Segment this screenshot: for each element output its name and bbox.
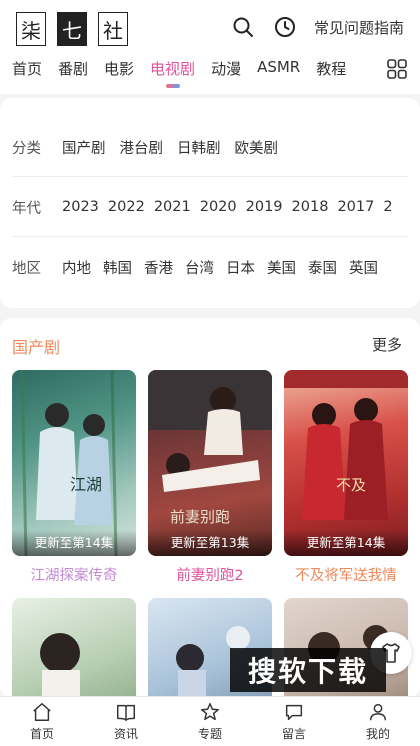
drama-title[interactable]: 江湖探案传奇 <box>12 564 136 585</box>
divider <box>12 176 408 177</box>
nav-label: 首页 <box>29 727 54 741</box>
top-actions: 常见问题指南 <box>230 14 404 40</box>
drama-poster[interactable] <box>12 598 136 708</box>
svg-text:江湖: 江湖 <box>70 475 102 494</box>
drama-poster[interactable]: 前妻别跑 更新至第13集 <box>148 370 272 556</box>
drama-title[interactable]: 前妻别跑2 <box>148 564 272 585</box>
drama-card[interactable]: 不及 更新至第14集 不及将军送我情 <box>284 370 408 585</box>
filter-row-year: 年代 2023 2022 2021 2020 2019 2018 2017 2 <box>12 192 420 222</box>
logo-char-3: 社 <box>98 12 128 46</box>
tab-tv-series[interactable]: 电视剧 <box>150 58 195 79</box>
search-icon[interactable] <box>230 14 256 40</box>
filter-option[interactable]: 日本 <box>226 257 255 278</box>
star-icon <box>201 703 219 721</box>
filter-option[interactable]: 日韩剧 <box>177 137 221 158</box>
home-icon <box>33 703 51 721</box>
filter-option[interactable]: 英国 <box>349 257 378 278</box>
drama-poster[interactable]: 江湖 更新至第14集 <box>12 370 136 556</box>
nav-news[interactable]: 资讯 <box>84 697 168 746</box>
tab-tutorial[interactable]: 教程 <box>316 58 346 79</box>
filter-option[interactable]: 国产剧 <box>62 137 106 158</box>
filter-row-category: 分类 国产剧 港台剧 日韩剧 欧美剧 <box>12 132 420 162</box>
nav-topics[interactable]: 专题 <box>168 697 252 746</box>
watermark: 搜软下载 <box>230 648 386 692</box>
update-badge: 更新至第13集 <box>148 530 272 556</box>
drama-poster[interactable]: 不及 更新至第14集 <box>284 370 408 556</box>
tab-asmr[interactable]: ASMR <box>257 58 300 79</box>
filter-option[interactable]: 韩国 <box>103 257 132 278</box>
section-domestic-drama: 国产剧 更多 江湖 更新至第14集 江湖探案传奇 前妻别跑 更新至第13集 前妻… <box>0 318 420 708</box>
clock-icon[interactable] <box>272 14 298 40</box>
more-link[interactable]: 更多 <box>372 334 402 355</box>
filter-label: 年代 <box>12 200 41 217</box>
person-icon <box>369 703 387 721</box>
nav-label: 留言 <box>281 727 306 741</box>
filter-option[interactable]: 内地 <box>62 257 91 278</box>
grid-icon[interactable] <box>386 58 408 80</box>
divider <box>12 236 408 237</box>
tab-anime-series[interactable]: 番剧 <box>58 58 88 79</box>
filter-option[interactable]: 香港 <box>144 257 173 278</box>
filter-option[interactable]: 泰国 <box>308 257 337 278</box>
filter-option[interactable]: 台湾 <box>185 257 214 278</box>
svg-text:不及: 不及 <box>336 476 366 494</box>
filter-option[interactable]: 欧美剧 <box>235 137 279 158</box>
update-badge: 更新至第14集 <box>12 530 136 556</box>
filter-option[interactable]: 港台剧 <box>120 137 164 158</box>
filter-option[interactable]: 2 <box>383 199 392 215</box>
drama-card[interactable]: 前妻别跑 更新至第13集 前妻别跑2 <box>148 370 272 585</box>
tab-animation[interactable]: 动漫 <box>211 58 241 79</box>
filter-label: 地区 <box>12 260 41 277</box>
filter-row-region: 地区 内地 韩国 香港 台湾 日本 美国 泰国 英国 <box>12 252 420 282</box>
bottom-nav: 首页 资讯 专题 留言 我的 <box>0 696 420 746</box>
nav-label: 资讯 <box>113 727 138 741</box>
filter-panel: 分类 国产剧 港台剧 日韩剧 欧美剧 年代 2023 2022 2021 202… <box>0 98 420 308</box>
header: 柒 七 社 常见问题指南 首页 番剧 电影 电视剧 动漫 ASMR 教程 <box>0 0 420 94</box>
tab-home[interactable]: 首页 <box>12 58 42 79</box>
drama-title[interactable]: 不及将军送我情 <box>284 564 408 585</box>
nav-label: 专题 <box>197 727 222 741</box>
filter-label: 分类 <box>12 140 41 157</box>
filter-option[interactable]: 2017 <box>337 199 374 215</box>
section-title: 国产剧 <box>12 338 61 357</box>
filter-option[interactable]: 2019 <box>246 199 283 215</box>
nav-profile[interactable]: 我的 <box>336 697 420 746</box>
update-badge: 更新至第14集 <box>284 530 408 556</box>
svg-text:前妻别跑: 前妻别跑 <box>170 508 230 526</box>
tab-movies[interactable]: 电影 <box>104 58 134 79</box>
nav-home[interactable]: 首页 <box>0 697 84 746</box>
filter-option[interactable]: 2023 <box>62 199 99 215</box>
nav-messages[interactable]: 留言 <box>252 697 336 746</box>
filter-option[interactable]: 美国 <box>267 257 296 278</box>
filter-option[interactable]: 2021 <box>154 199 191 215</box>
drama-card[interactable]: 江湖 更新至第14集 江湖探案传奇 <box>12 370 136 585</box>
faq-link[interactable]: 常见问题指南 <box>314 17 404 38</box>
category-tabs: 首页 番剧 电影 电视剧 动漫 ASMR 教程 <box>12 58 370 79</box>
nav-label: 我的 <box>365 727 390 741</box>
filter-option[interactable]: 2018 <box>292 199 329 215</box>
app-logo[interactable]: 柒 七 社 <box>16 12 128 46</box>
filter-option[interactable]: 2022 <box>108 199 145 215</box>
logo-char-1: 柒 <box>16 12 46 46</box>
logo-char-2: 七 <box>57 12 87 46</box>
filter-option[interactable]: 2020 <box>200 199 237 215</box>
book-icon <box>117 704 135 721</box>
chat-icon <box>285 704 303 721</box>
